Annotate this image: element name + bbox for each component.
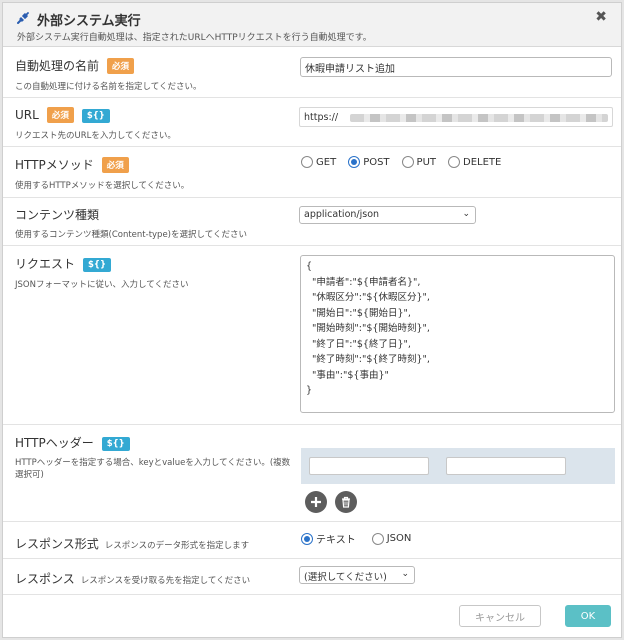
plug-icon bbox=[17, 12, 29, 24]
headers-description: HTTPヘッダーを指定する場合、keyとvalueを入力してください。(複数選択… bbox=[15, 458, 291, 480]
dialog-subtitle: 外部システム実行自動処理は、指定されたURLへHTTPリクエストを行う自動処理で… bbox=[17, 33, 372, 43]
method-radio-delete[interactable]: DELETE bbox=[448, 156, 501, 168]
radio-circle bbox=[301, 532, 313, 545]
required-badge: 必須 bbox=[46, 107, 74, 123]
method-radio-put[interactable]: PUT bbox=[401, 156, 436, 168]
required-badge: 必須 bbox=[101, 157, 129, 173]
radio-circle bbox=[371, 532, 384, 545]
variable-badge: ${} bbox=[83, 258, 112, 272]
radio-circle bbox=[448, 156, 461, 168]
content-type-select[interactable]: application/json ⌄ bbox=[299, 206, 476, 224]
response-format-radio-text[interactable]: テキスト bbox=[301, 531, 356, 546]
response-format-radio-json[interactable]: JSON bbox=[371, 532, 411, 545]
request-description: JSONフォーマットに従い、入力してください bbox=[15, 280, 189, 290]
required-badge: 必須 bbox=[107, 58, 135, 74]
url-value: https:// bbox=[304, 112, 339, 123]
cancel-button[interactable]: キャンセル bbox=[459, 605, 541, 627]
request-label: リクエスト ${} bbox=[15, 255, 112, 272]
headers-label: HTTPヘッダー ${} bbox=[15, 434, 130, 451]
url-input[interactable]: https:// bbox=[299, 107, 613, 127]
header-key-input[interactable] bbox=[309, 457, 429, 475]
dialog-header: 外部システム実行 外部システム実行自動処理は、指定されたURLへHTTPリクエス… bbox=[3, 3, 621, 47]
external-system-dialog: 外部システム実行 外部システム実行自動処理は、指定されたURLへHTTPリクエス… bbox=[2, 2, 622, 638]
response-description: レスポンスを受け取る先を指定してください bbox=[80, 576, 251, 586]
content-type-label: コンテンツ種類 bbox=[15, 208, 100, 222]
url-description: リクエスト先のURLを入力してください。 bbox=[15, 131, 176, 141]
request-body-textarea[interactable]: { "申請者":"${申請者名}", "休暇区分":"${休暇区分}", "開始… bbox=[300, 255, 615, 413]
add-header-button[interactable] bbox=[305, 491, 327, 513]
response-select[interactable]: (選択してください) ⌄ bbox=[299, 566, 415, 584]
name-row: 自動処理の名前 必須 この自動処理に付ける名前を指定してください。 bbox=[3, 48, 621, 98]
method-label: HTTPメソッド 必須 bbox=[15, 156, 129, 173]
content-type-description: 使用するコンテンツ種類(Content-type)を選択してください bbox=[15, 230, 247, 240]
headers-table bbox=[301, 448, 615, 484]
radio-circle bbox=[401, 156, 414, 168]
trash-icon bbox=[342, 496, 350, 508]
name-label: 自動処理の名前 必須 bbox=[15, 57, 135, 74]
radio-circle bbox=[301, 156, 313, 168]
header-value-input[interactable] bbox=[446, 457, 566, 475]
method-radio-get[interactable]: GET bbox=[301, 156, 336, 168]
ok-button[interactable]: OK bbox=[565, 605, 611, 627]
chevron-down-icon: ⌄ bbox=[401, 569, 409, 579]
method-description: 使用するHTTPメソッドを選択してください。 bbox=[15, 181, 190, 191]
url-row: URL 必須 ${} リクエスト先のURLを入力してください。 https:// bbox=[3, 99, 621, 147]
url-redacted bbox=[350, 114, 608, 122]
plus-icon bbox=[311, 497, 321, 507]
method-row: HTTPメソッド 必須 使用するHTTPメソッドを選択してください。 GET PO… bbox=[3, 148, 621, 198]
response-label: レスポンス レスポンスを受け取る先を指定してください bbox=[15, 572, 251, 586]
response-format-radio-group: テキスト JSON bbox=[301, 531, 423, 546]
name-description: この自動処理に付ける名前を指定してください。 bbox=[15, 82, 202, 92]
close-icon[interactable]: ✖ bbox=[595, 9, 607, 25]
method-radio-group: GET POST PUT DELETE bbox=[301, 156, 513, 168]
response-format-row: レスポンス形式 レスポンスのデータ形式を指定します テキスト JSON bbox=[3, 523, 621, 559]
content-type-row: コンテンツ種類 使用するコンテンツ種類(Content-type)を選択してくだ… bbox=[3, 199, 621, 246]
response-format-label: レスポンス形式 レスポンスのデータ形式を指定します bbox=[15, 537, 250, 551]
headers-row: HTTPヘッダー ${} HTTPヘッダーを指定する場合、keyとvalueを入力… bbox=[3, 426, 621, 522]
url-label: URL 必須 ${} bbox=[15, 107, 110, 123]
name-input[interactable] bbox=[300, 57, 612, 77]
variable-badge: ${} bbox=[81, 109, 110, 123]
dialog-title: 外部システム実行 bbox=[37, 14, 141, 29]
request-row: リクエスト ${} JSONフォーマットに従い、入力してください { "申請者":… bbox=[3, 247, 621, 425]
chevron-down-icon: ⌄ bbox=[462, 209, 470, 219]
variable-badge: ${} bbox=[101, 437, 130, 451]
radio-circle bbox=[348, 156, 361, 168]
response-format-description: レスポンスのデータ形式を指定します bbox=[104, 541, 250, 551]
response-row: レスポンス レスポンスを受け取る先を指定してください (選択してください) ⌄ bbox=[3, 560, 621, 595]
method-radio-post[interactable]: POST bbox=[348, 156, 390, 168]
delete-header-button[interactable] bbox=[335, 491, 357, 513]
